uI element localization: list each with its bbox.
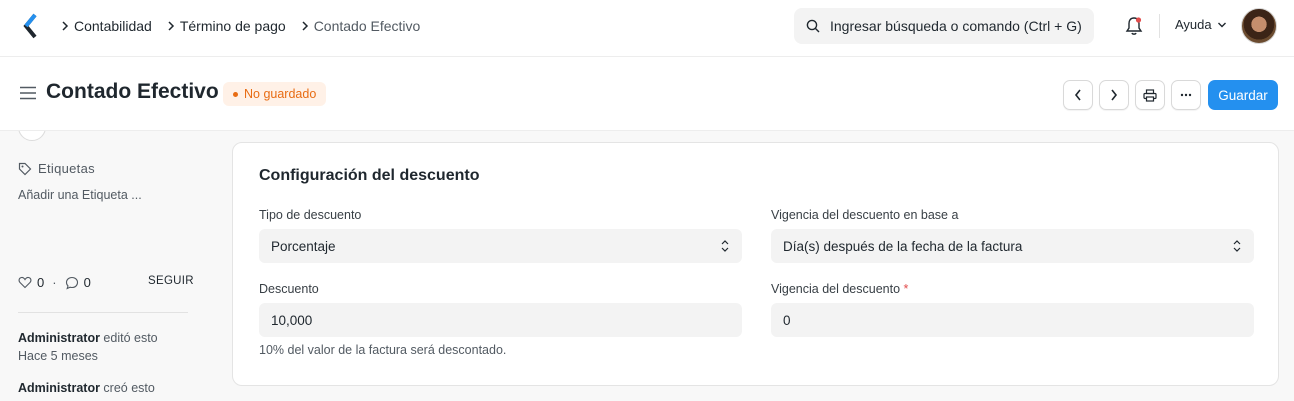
chevron-right-icon <box>56 21 74 31</box>
activity-user[interactable]: Administrator <box>18 381 100 395</box>
printer-icon <box>1143 88 1157 102</box>
select-arrows-icon <box>1233 240 1241 252</box>
status-dot-icon <box>233 91 238 97</box>
comment-icon[interactable] <box>65 276 79 290</box>
ellipsis-icon <box>1180 93 1192 97</box>
help-dropdown[interactable]: Ayuda <box>1175 17 1227 32</box>
discount-validity-based-on-select[interactable]: Día(s) después de la fecha de la factura <box>771 229 1254 263</box>
breadcrumb-termino-de-pago[interactable]: Término de pago <box>180 18 290 34</box>
discount-validity-based-on-label: Vigencia del descuento en base a <box>771 208 959 222</box>
dot-separator: · <box>52 275 57 290</box>
tags-section: Etiquetas <box>18 161 95 176</box>
search-input[interactable]: Ingresar búsqueda o comando (Ctrl + G) <box>794 8 1094 44</box>
tags-label: Etiquetas <box>38 161 95 176</box>
discount-settings-section: Configuración del descuento Tipo de desc… <box>232 142 1279 386</box>
discount-validity-label-text: Vigencia del descuento <box>771 282 901 296</box>
search-placeholder: Ingresar búsqueda o comando (Ctrl + G) <box>830 18 1082 34</box>
breadcrumb-current[interactable]: Contado Efectivo <box>314 18 425 34</box>
discount-type-label: Tipo de descuento <box>259 208 362 222</box>
page-header: Contado Efectivo No guardado Guardar <box>0 57 1294 131</box>
user-avatar[interactable] <box>1241 8 1277 44</box>
select-arrows-icon <box>721 240 729 252</box>
activity-item: Administrator creó esto <box>18 379 155 397</box>
status-badge: No guardado <box>223 82 327 106</box>
top-navbar: Contabilidad Término de pago Contado Efe… <box>0 0 1294 57</box>
activity-time: Hace 5 meses <box>18 349 98 363</box>
heart-icon[interactable] <box>18 276 32 289</box>
likes-count: 0 <box>37 275 45 290</box>
discount-value: 10,000 <box>271 312 313 328</box>
required-mark: * <box>903 282 909 296</box>
discount-validity-input[interactable]: 0 <box>771 303 1254 337</box>
more-actions-button[interactable] <box>1171 80 1201 110</box>
chevron-left-icon <box>1074 89 1081 101</box>
follow-button[interactable]: SEGUIR <box>148 275 194 287</box>
sidebar-divider <box>18 312 188 313</box>
activity-item: Administrator editó esto Hace 5 meses <box>18 329 158 365</box>
navbar-divider <box>1159 14 1160 38</box>
breadcrumb: Contabilidad Término de pago Contado Efe… <box>56 0 430 52</box>
discount-validity-value: 0 <box>783 312 791 328</box>
chevron-down-icon <box>1217 22 1226 27</box>
help-label: Ayuda <box>1175 17 1212 32</box>
discount-validity-based-on-value: Día(s) después de la fecha de la factura <box>783 238 1023 254</box>
save-button[interactable]: Guardar <box>1208 80 1278 110</box>
previous-record-button[interactable] <box>1063 80 1093 110</box>
comments-count: 0 <box>83 275 91 290</box>
discount-input[interactable]: 10,000 <box>259 303 742 337</box>
activity-action: editó esto <box>99 331 158 345</box>
tag-icon <box>18 162 32 175</box>
discount-type-value: Porcentaje <box>271 238 336 254</box>
notification-bell-icon[interactable] <box>1124 15 1144 37</box>
discount-help-text: 10% del valor de la factura será descont… <box>259 343 507 357</box>
page-title: Contado Efectivo <box>46 80 219 103</box>
discount-label: Descuento <box>259 282 319 296</box>
chevron-right-icon <box>162 21 180 31</box>
likes-comments: 0 · 0 <box>18 275 91 290</box>
breadcrumb-contabilidad[interactable]: Contabilidad <box>74 18 156 34</box>
activity-user[interactable]: Administrator <box>18 331 100 345</box>
chevron-right-icon <box>296 21 314 31</box>
discount-validity-label: Vigencia del descuento * <box>771 282 908 296</box>
app-logo-icon[interactable] <box>22 13 40 39</box>
activity-action: creó esto <box>99 381 155 395</box>
search-icon <box>806 19 820 33</box>
discount-type-select[interactable]: Porcentaje <box>259 229 742 263</box>
next-record-button[interactable] <box>1099 80 1129 110</box>
print-button[interactable] <box>1135 80 1165 110</box>
hamburger-menu-icon[interactable] <box>19 86 37 100</box>
chevron-right-icon <box>1111 89 1118 101</box>
section-title: Configuración del descuento <box>259 167 480 184</box>
add-tag-link[interactable]: Añadir una Etiqueta ... <box>18 188 142 202</box>
status-badge-label: No guardado <box>244 87 317 101</box>
